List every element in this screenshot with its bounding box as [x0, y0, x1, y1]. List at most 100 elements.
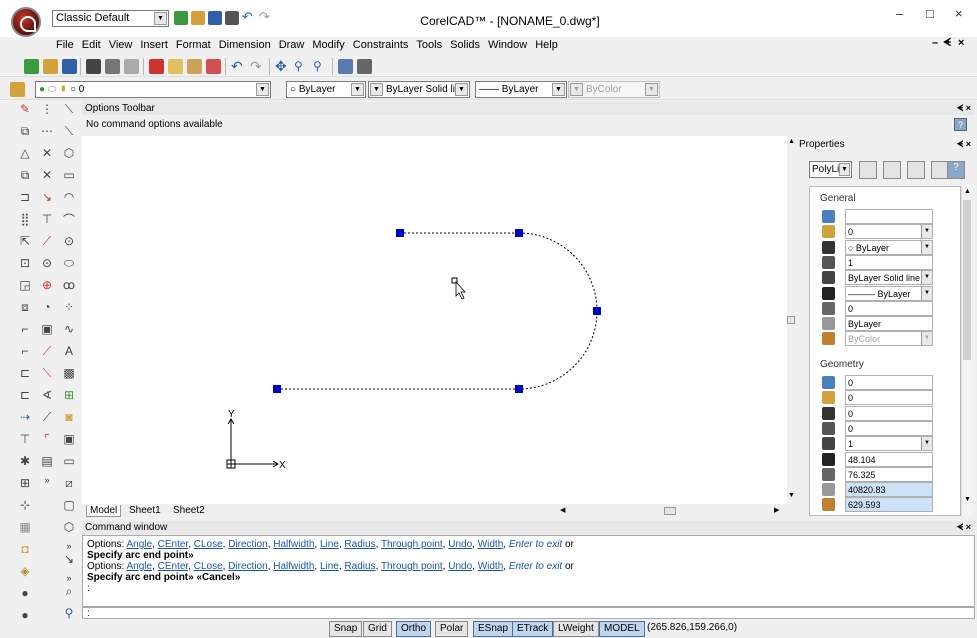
- drawing-svg[interactable]: Y X: [82, 136, 787, 504]
- command-option-link[interactable]: CEnter: [158, 539, 189, 550]
- zoom-window-icon[interactable]: ⚲: [313, 59, 328, 74]
- command-option-link[interactable]: Halfwidth: [273, 539, 314, 550]
- doc-minimize-button[interactable]: –: [932, 37, 938, 49]
- boundary-icon[interactable]: ▢: [61, 497, 77, 513]
- chevron-down-icon[interactable]: ▼: [921, 271, 932, 285]
- property-value-field[interactable]: 0: [845, 300, 933, 316]
- chevron-down-icon[interactable]: ▼: [921, 240, 932, 254]
- layer-manager-icon[interactable]: [10, 82, 25, 97]
- text-icon[interactable]: A: [61, 343, 77, 359]
- array-icon[interactable]: ⧉: [17, 167, 33, 183]
- command-option-link[interactable]: Width: [478, 539, 504, 550]
- transparency-dropdown[interactable]: ▼ ByColor ▼: [568, 81, 660, 98]
- undo-icon[interactable]: ↶: [242, 10, 256, 25]
- polyline-icon[interactable]: ∿: [61, 321, 77, 337]
- menu-edit[interactable]: Edit: [78, 37, 105, 54]
- pin-close-icon[interactable]: ᗛ ×: [957, 102, 971, 115]
- redo-icon[interactable]: ↷: [259, 10, 273, 25]
- dim-arc-icon[interactable]: ◔: [39, 299, 55, 315]
- color-dropdown[interactable]: ○ ByLayer ▼: [286, 81, 366, 98]
- status-toggle-grid[interactable]: Grid: [363, 621, 392, 637]
- command-option-link[interactable]: Radius: [344, 539, 375, 550]
- property-value-field[interactable]: ByColor ▼: [845, 331, 933, 347]
- status-toggle-ortho[interactable]: Ortho: [396, 621, 432, 637]
- scroll-up-icon[interactable]: ▲: [964, 188, 971, 195]
- chevron-down-icon[interactable]: ▼: [921, 286, 932, 300]
- command-option-link[interactable]: Undo: [448, 539, 472, 550]
- infinite-line-icon[interactable]: ⟍: [61, 123, 77, 139]
- block-icon[interactable]: ▦: [17, 519, 33, 535]
- command-option-link[interactable]: Line: [320, 561, 339, 572]
- copy-icon[interactable]: [168, 59, 183, 74]
- insert-icon[interactable]: ◘: [17, 541, 33, 557]
- chamfer-icon[interactable]: ⌐: [17, 343, 33, 359]
- property-value-field[interactable]: 1: [845, 254, 933, 270]
- explode-icon[interactable]: ✱: [17, 453, 33, 469]
- undo-icon[interactable]: ↶: [231, 59, 246, 74]
- menu-help[interactable]: Help: [531, 37, 562, 54]
- menu-modify[interactable]: Modify: [308, 37, 348, 54]
- paste-icon[interactable]: [187, 59, 202, 74]
- status-toggle-model[interactable]: MODEL: [599, 621, 645, 637]
- hatch-icon[interactable]: ▩: [61, 365, 77, 381]
- arc-icon[interactable]: ◠: [61, 189, 77, 205]
- property-value-field[interactable]: ——— ByLayer ▼: [845, 285, 933, 301]
- open-icon[interactable]: [43, 59, 58, 74]
- property-value-field[interactable]: 0 ▼: [845, 224, 933, 240]
- move-icon[interactable]: ⇱: [17, 233, 33, 249]
- property-value-field[interactable]: 0: [845, 405, 933, 421]
- mirror-icon[interactable]: △: [17, 145, 33, 161]
- revision-cloud-icon[interactable]: ⬡: [61, 519, 77, 535]
- extend-icon[interactable]: ⊏: [17, 387, 33, 403]
- close-button[interactable]: ×: [955, 6, 963, 21]
- dim-style-icon[interactable]: ▤: [39, 453, 55, 469]
- select-entities-button[interactable]: [883, 161, 901, 179]
- zoom-realtime-icon[interactable]: ⚲: [294, 59, 309, 74]
- chevron-down-icon[interactable]: ▼: [921, 225, 932, 239]
- command-input[interactable]: :: [82, 607, 975, 619]
- match-properties-icon[interactable]: [206, 59, 221, 74]
- dim-smart-icon[interactable]: ⟋: [39, 343, 55, 359]
- grip[interactable]: [515, 229, 523, 237]
- command-option-link[interactable]: CLose: [194, 561, 223, 572]
- zoom-icon[interactable]: ⌕: [61, 583, 77, 599]
- linestyle-dropdown[interactable]: ▼ ByLayer Solid line ▼: [368, 81, 470, 98]
- property-value-field[interactable]: 76.325: [845, 466, 933, 482]
- edit-polyline-icon[interactable]: ⊹: [17, 497, 33, 513]
- polyline-arc-segment[interactable]: [518, 232, 598, 390]
- entity-type-dropdown[interactable]: PolyLine ▼: [809, 161, 852, 178]
- property-value-field[interactable]: 0: [845, 390, 933, 406]
- open-icon[interactable]: [191, 11, 205, 25]
- layer-dropdown[interactable]: ● ⬭ ▮ ○ 0 ▼: [35, 81, 271, 98]
- property-value-field[interactable]: ByLayer: [845, 316, 933, 332]
- edit-hatch-icon[interactable]: ⊞: [17, 475, 33, 491]
- group-general[interactable]: General: [820, 193, 856, 204]
- dim-leader-icon[interactable]: ▣: [39, 321, 55, 337]
- command-option-link[interactable]: Angle: [126, 539, 152, 550]
- enter-to-exit-option[interactable]: Enter to exit: [509, 539, 562, 550]
- command-option-link[interactable]: CLose: [194, 539, 223, 550]
- command-option-link[interactable]: Width: [478, 561, 504, 572]
- arc-3pt-icon[interactable]: ⌒: [61, 211, 77, 227]
- dim-ordinate-icon[interactable]: ↘: [39, 189, 55, 205]
- grip-start[interactable]: [396, 229, 404, 237]
- pattern-icon[interactable]: ⣿: [17, 211, 33, 227]
- cut-icon[interactable]: [149, 59, 164, 74]
- dim-intersect-icon[interactable]: ✕: [39, 145, 55, 161]
- erase-icon[interactable]: ✎: [17, 101, 33, 117]
- command-option-link[interactable]: Angle: [126, 561, 152, 572]
- status-toggle-polar[interactable]: Polar: [435, 621, 469, 637]
- menu-file[interactable]: File: [52, 37, 78, 54]
- sketch-icon[interactable]: ↘: [61, 551, 77, 567]
- status-toggle-lweight[interactable]: LWeight: [553, 621, 599, 637]
- property-value-field[interactable]: 0: [845, 375, 933, 390]
- status-toggle-etrack[interactable]: ETrack: [512, 621, 554, 637]
- command-option-link[interactable]: Direction: [228, 539, 267, 550]
- quick-select-button[interactable]: [859, 161, 877, 179]
- command-option-link[interactable]: Radius: [344, 561, 375, 572]
- polygon-icon[interactable]: ⬡: [61, 145, 77, 161]
- maximize-button[interactable]: □: [926, 6, 934, 21]
- help-icon[interactable]: ?: [947, 161, 965, 179]
- point-icon[interactable]: ⁘: [61, 299, 77, 315]
- dim-aligned-icon[interactable]: ⋯: [39, 123, 55, 139]
